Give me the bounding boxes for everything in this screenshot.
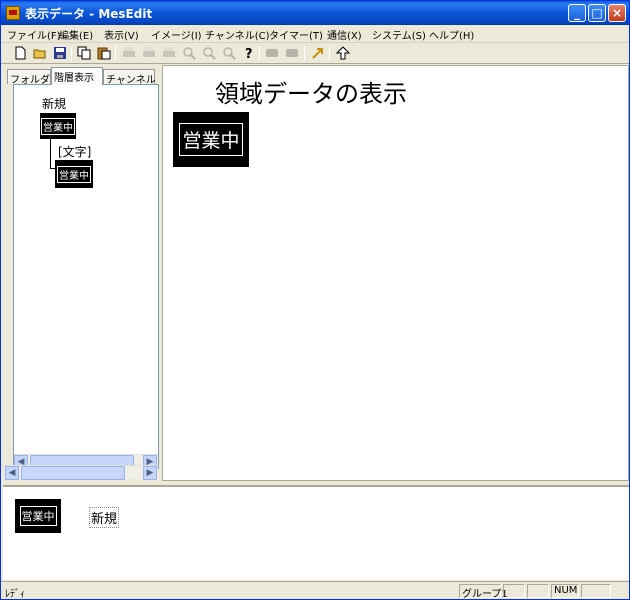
status-group: グループ1 bbox=[459, 584, 508, 600]
status-panel-empty bbox=[581, 584, 611, 598]
app-icon[interactable] bbox=[6, 6, 20, 20]
menu-edit[interactable]: 編集(E) bbox=[59, 27, 93, 42]
menu-image[interactable]: イメージ(I) bbox=[151, 27, 202, 42]
thumbnail-area: 営業中 新規 bbox=[3, 485, 629, 580]
paste-icon[interactable] bbox=[97, 46, 111, 60]
copy-icon[interactable] bbox=[77, 46, 91, 60]
tab-folder[interactable]: フォルダ bbox=[7, 69, 51, 86]
svg-text:?: ? bbox=[245, 47, 253, 60]
minimize-button[interactable]: _ bbox=[568, 4, 586, 22]
toolbar-separator bbox=[304, 46, 305, 61]
maximize-button[interactable]: □ bbox=[588, 4, 606, 22]
tab-channel[interactable]: チャンネル bbox=[103, 69, 156, 86]
display-area[interactable]: 領域データの表示 営業中 bbox=[162, 65, 629, 481]
thumbnail-badge[interactable]: 営業中 bbox=[15, 499, 61, 533]
toolbar-separator bbox=[71, 46, 72, 61]
menu-help[interactable]: ヘルプ(H) bbox=[429, 27, 474, 42]
main-badge[interactable]: 営業中 bbox=[173, 112, 249, 167]
app-window: 表示データ - MesEdit _ □ × ファイル(F) 編集(E) 表示(V… bbox=[0, 0, 630, 600]
new-file-icon[interactable] bbox=[13, 46, 27, 60]
toolbar-separator bbox=[329, 46, 330, 61]
menu-system[interactable]: システム(S) bbox=[372, 27, 426, 42]
status-bar: ﾚﾃﾞｨ グループ1 NUM bbox=[1, 581, 629, 600]
print-setup-icon[interactable] bbox=[162, 46, 176, 60]
title-bar[interactable]: 表示データ - MesEdit _ □ × bbox=[1, 1, 629, 25]
toolbar-separator bbox=[115, 46, 116, 61]
menu-view[interactable]: 表示(V) bbox=[104, 27, 139, 42]
menu-channel[interactable]: チャンネル(C) bbox=[205, 27, 270, 42]
help-icon[interactable]: ? bbox=[242, 46, 256, 60]
hierarchy-tree[interactable]: 新規 営業中 [文字] 営業中 ◀ ▶ bbox=[13, 84, 159, 469]
status-text: ﾚﾃﾞｨ bbox=[5, 589, 25, 600]
tree-root-label[interactable]: 新規 bbox=[42, 95, 66, 112]
status-num: NUM bbox=[551, 584, 579, 598]
scroll-thumb[interactable] bbox=[21, 466, 125, 480]
menu-bar: ファイル(F) 編集(E) 表示(V) イメージ(I) チャンネル(C) タイマ… bbox=[1, 25, 629, 43]
jump-icon[interactable] bbox=[311, 46, 325, 60]
zoom-out-icon[interactable] bbox=[222, 46, 236, 60]
tree-child-badge[interactable]: 営業中 bbox=[55, 160, 93, 188]
window-title: 表示データ - MesEdit bbox=[25, 7, 153, 21]
scroll-left-icon[interactable]: ◀ bbox=[5, 466, 19, 480]
scroll-right-icon[interactable]: ▶ bbox=[143, 466, 157, 480]
status-panel-empty bbox=[503, 584, 525, 598]
open-folder-icon[interactable] bbox=[33, 46, 47, 60]
zoom-in-icon[interactable] bbox=[202, 46, 216, 60]
close-button[interactable]: × bbox=[608, 4, 626, 22]
menu-communication[interactable]: 通信(X) bbox=[327, 27, 362, 42]
menu-file[interactable]: ファイル(F) bbox=[7, 27, 61, 42]
pause-icon[interactable] bbox=[285, 46, 299, 60]
tree-root-badge[interactable]: 営業中 bbox=[40, 113, 76, 139]
toolbar: ? bbox=[1, 44, 629, 64]
tab-hierarchy[interactable]: 階層表示 bbox=[51, 67, 103, 85]
tree-connector bbox=[50, 139, 51, 169]
print-preview-icon[interactable] bbox=[142, 46, 156, 60]
stop-icon[interactable] bbox=[265, 46, 279, 60]
up-arrow-icon[interactable] bbox=[336, 46, 350, 60]
toolbar-separator bbox=[259, 46, 260, 61]
left-panel: フォルダ 階層表示 チャンネル 新規 営業中 [文字] 営業中 ◀ ▶ ◀ ▶ bbox=[3, 65, 160, 481]
menu-timer[interactable]: タイマー(T) bbox=[269, 27, 323, 42]
save-icon[interactable] bbox=[53, 46, 67, 60]
tree-child-label[interactable]: [文字] bbox=[58, 143, 91, 160]
thumbnail-label[interactable]: 新規 bbox=[89, 507, 120, 528]
status-panel-empty bbox=[527, 584, 549, 598]
print-icon[interactable] bbox=[122, 46, 136, 60]
panel-tabs: フォルダ 階層表示 チャンネル bbox=[7, 67, 157, 86]
main-title: 領域データの表示 bbox=[215, 80, 407, 108]
panel-horizontal-scrollbar[interactable]: ◀ ▶ bbox=[5, 465, 158, 480]
zoom-icon[interactable] bbox=[182, 46, 196, 60]
